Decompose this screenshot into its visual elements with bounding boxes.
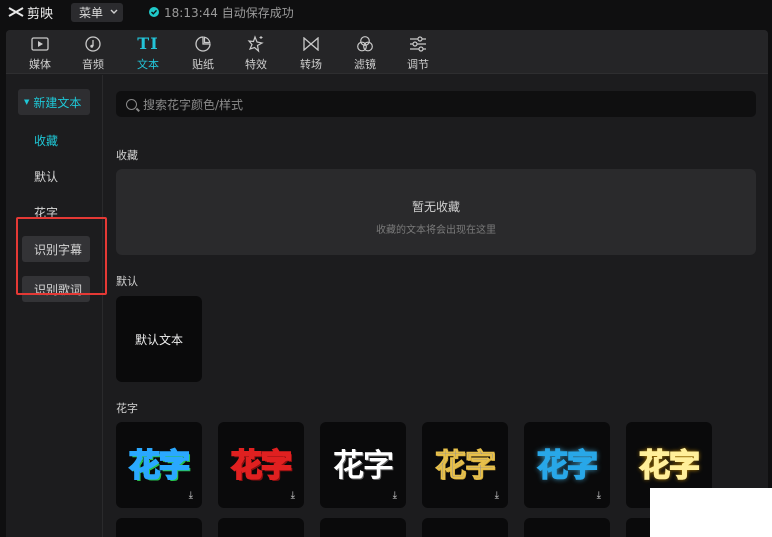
section-title-default: 默认 <box>116 275 138 288</box>
huazi-preview: 花字 <box>128 447 191 485</box>
huazi-card[interactable]: 花字 ⤓ <box>524 422 610 508</box>
text-content-area: 搜索花字颜色/样式 收藏 暂无收藏 收藏的文本将会出现在这里 默认 默认文本 花… <box>104 75 768 537</box>
section-title-favorites: 收藏 <box>116 149 138 162</box>
default-text-card[interactable]: 默认文本 <box>116 296 202 382</box>
search-input[interactable]: 搜索花字颜色/样式 <box>116 91 756 117</box>
app-logo: 剪映 <box>8 3 53 22</box>
huazi-card[interactable] <box>422 518 508 537</box>
huazi-preview: 花字 <box>536 447 599 485</box>
menu-button[interactable]: 菜单 <box>71 2 124 22</box>
huazi-card[interactable] <box>116 518 202 537</box>
download-icon[interactable]: ⤓ <box>393 490 397 501</box>
app-name: 剪映 <box>27 6 54 22</box>
sidebar-item-favorites[interactable]: 收藏 <box>22 127 92 153</box>
new-text-label: 新建文本 <box>33 95 82 110</box>
download-icon[interactable]: ⤓ <box>495 490 499 501</box>
huazi-card[interactable]: 花字 ⤓ <box>320 422 406 508</box>
huazi-preview: 花字 <box>435 448 497 485</box>
status-text: 18:13:44 自动保存成功 <box>164 5 294 20</box>
new-text-button[interactable]: ▼ 新建文本 <box>18 89 90 115</box>
download-icon[interactable]: ⤓ <box>291 490 295 501</box>
download-icon[interactable]: ⤓ <box>597 490 601 501</box>
category-toolbar: 媒体 音频 TI 文本 贴纸 特效 转场 滤镜 调节 <box>6 30 768 74</box>
highlight-box <box>16 217 107 295</box>
huazi-preview: 花字 <box>638 447 701 485</box>
download-icon[interactable]: ⤓ <box>189 490 193 501</box>
material-panel: 媒体 音频 TI 文本 贴纸 特效 转场 滤镜 调节 ▼ 新建文本 收藏 默认 … <box>6 30 768 537</box>
huazi-card[interactable]: 花字 ⤓ <box>116 422 202 508</box>
title-bar: 剪映 菜单 18:13:44 自动保存成功 <box>0 0 772 24</box>
empty-subtitle: 收藏的文本将会出现在这里 <box>376 225 496 236</box>
huazi-preview: 花字 <box>333 448 394 484</box>
text-sidebar: ▼ 新建文本 收藏 默认 花字 识别字幕 识别歌词 <box>6 75 103 537</box>
search-icon <box>126 98 137 110</box>
tab-filter[interactable]: 滤镜 <box>343 34 387 72</box>
huazi-card[interactable]: 花字 ⤓ <box>422 422 508 508</box>
caret-down-icon: ▼ <box>24 98 30 106</box>
sidebar-item-default[interactable]: 默认 <box>22 163 92 189</box>
tab-adjust[interactable]: 调节 <box>396 34 440 72</box>
effects-icon <box>247 34 265 53</box>
chevron-down-icon <box>110 9 118 14</box>
tab-audio[interactable]: 音频 <box>71 34 115 72</box>
transition-icon <box>302 34 320 53</box>
section-title-huazi: 花字 <box>116 402 138 415</box>
tab-sticker[interactable]: 贴纸 <box>181 34 225 72</box>
autosave-status: 18:13:44 自动保存成功 <box>149 4 294 21</box>
favorites-empty-state: 暂无收藏 收藏的文本将会出现在这里 <box>116 169 756 255</box>
overlay-patch <box>650 488 772 537</box>
tab-media[interactable]: 媒体 <box>18 34 62 72</box>
default-text-label: 默认文本 <box>134 332 183 347</box>
filter-icon <box>356 34 374 53</box>
huazi-card[interactable]: 花字 ⤓ <box>218 422 304 508</box>
media-icon <box>31 34 49 53</box>
huazi-card[interactable] <box>320 518 406 537</box>
adjust-icon <box>409 34 427 53</box>
huazi-preview: 花字 <box>230 447 293 485</box>
capcut-logo-icon <box>8 7 24 17</box>
tab-text[interactable]: TI 文本 <box>126 34 170 72</box>
check-circle-icon <box>149 7 160 17</box>
huazi-card[interactable] <box>524 518 610 537</box>
audio-icon <box>85 34 101 53</box>
tab-transition[interactable]: 转场 <box>289 34 333 72</box>
text-icon: TI <box>137 34 159 53</box>
sticker-icon <box>195 34 211 53</box>
menu-label: 菜单 <box>79 5 104 20</box>
huazi-card[interactable] <box>218 518 304 537</box>
search-placeholder: 搜索花字颜色/样式 <box>143 97 244 112</box>
tab-effects[interactable]: 特效 <box>234 34 278 72</box>
empty-title: 暂无收藏 <box>411 200 460 214</box>
